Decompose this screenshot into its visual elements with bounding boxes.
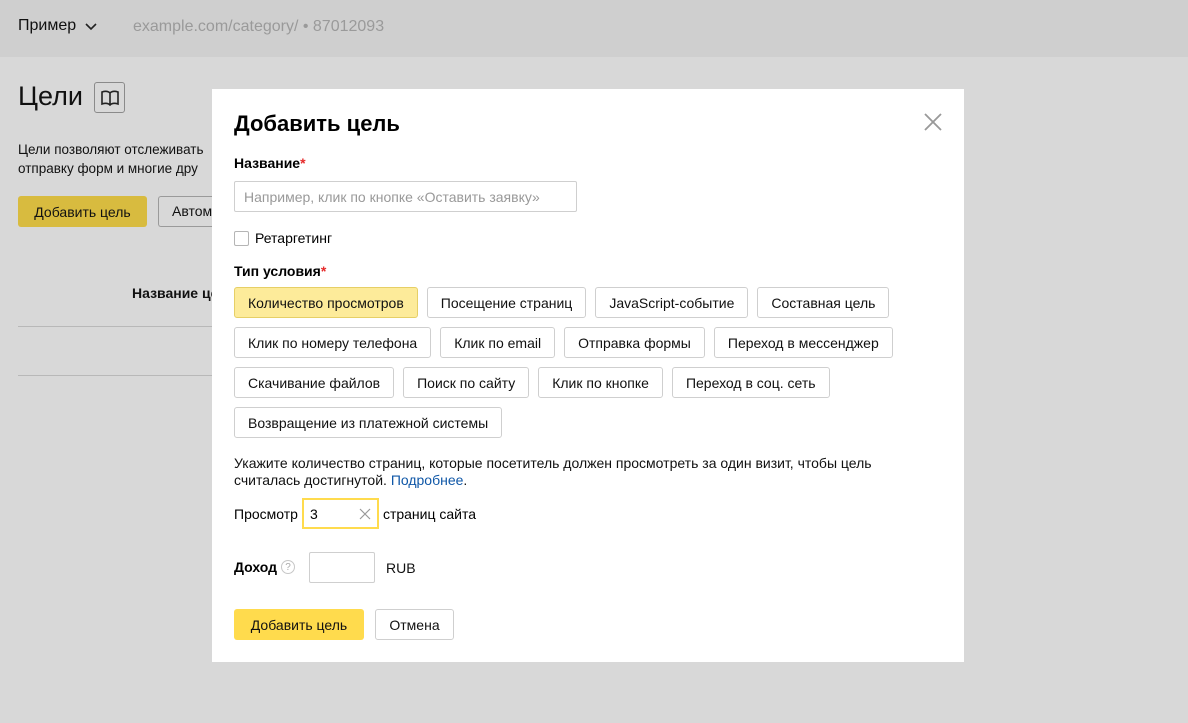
add-goal-modal: Добавить цель Название* Ретаргетинг Тип … xyxy=(212,89,964,662)
income-label: Доход ? xyxy=(234,559,296,575)
close-icon[interactable] xyxy=(922,111,944,133)
retargeting-checkbox[interactable] xyxy=(234,230,249,246)
modal-title: Добавить цель xyxy=(234,111,400,136)
views-count-value: 3 xyxy=(309,505,318,522)
site-url: example.com/category/ • 87012093 xyxy=(133,18,385,35)
clear-icon[interactable] xyxy=(359,508,371,520)
name-label: Название* xyxy=(234,155,306,171)
chip-page-visits[interactable]: Посещение страниц xyxy=(426,287,587,318)
income-input[interactable] xyxy=(309,552,375,583)
condition-type-label: Тип условия* xyxy=(234,263,327,279)
chip-composite-goal[interactable]: Составная цель xyxy=(757,287,890,318)
chip-payment-return[interactable]: Возвращение из платежной системы xyxy=(234,407,503,438)
site-selector[interactable]: Пример xyxy=(18,17,98,35)
goal-name-input[interactable] xyxy=(234,181,577,212)
condition-hint: Укажите количество страниц, которые посе… xyxy=(234,455,872,488)
book-icon xyxy=(100,90,119,106)
add-goal-button-bg[interactable]: Добавить цель xyxy=(18,196,147,227)
condition-type-chips: Количество просмотров Посещение страниц … xyxy=(234,287,934,447)
top-bar: Пример example.com/category/ • 87012093 xyxy=(0,0,1188,57)
views-count-input[interactable]: 3 xyxy=(301,498,379,529)
chip-button-click[interactable]: Клик по кнопке xyxy=(538,367,663,398)
site-name: Пример xyxy=(18,17,77,34)
auto-goals-button-bg[interactable]: Автом xyxy=(158,196,218,227)
chip-social-network[interactable]: Переход в соц. сеть xyxy=(671,367,830,398)
chip-site-search[interactable]: Поиск по сайту xyxy=(403,367,530,398)
add-goal-button[interactable]: Добавить цель xyxy=(234,609,364,640)
retargeting-checkbox-row[interactable]: Ретаргетинг xyxy=(234,230,332,246)
page-description: Цели позволяют отслеживать отправку форм… xyxy=(18,142,204,176)
views-prefix: Просмотр xyxy=(234,505,298,522)
chip-form-submit[interactable]: Отправка формы xyxy=(564,327,705,358)
column-header-name: Название це xyxy=(132,285,216,301)
chevron-down-icon xyxy=(85,23,97,31)
views-suffix: страниц сайта xyxy=(382,505,477,522)
chip-file-download[interactable]: Скачивание файлов xyxy=(234,367,395,398)
chip-page-views[interactable]: Количество просмотров xyxy=(234,287,418,318)
cancel-button[interactable]: Отмена xyxy=(375,609,454,640)
more-info-link[interactable]: Подробнее xyxy=(391,472,464,488)
docs-button[interactable] xyxy=(94,82,125,113)
divider xyxy=(18,326,214,327)
chip-js-event[interactable]: JavaScript-событие xyxy=(595,287,749,318)
views-row: Просмотр 3 страниц сайта xyxy=(234,498,476,529)
currency-label: RUB xyxy=(386,560,416,576)
retargeting-label: Ретаргетинг xyxy=(255,230,333,246)
page-title: Цели xyxy=(18,81,83,111)
divider xyxy=(18,375,214,376)
help-icon[interactable]: ? xyxy=(281,560,296,574)
chip-phone-click[interactable]: Клик по номеру телефона xyxy=(234,327,432,358)
chip-messenger[interactable]: Переход в мессенджер xyxy=(713,327,893,358)
chip-email-click[interactable]: Клик по email xyxy=(440,327,556,358)
